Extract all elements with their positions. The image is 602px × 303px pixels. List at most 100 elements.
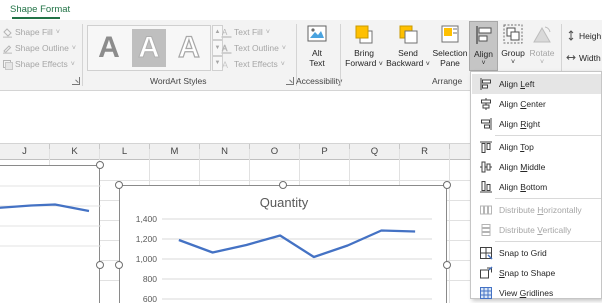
menu-item-align-right[interactable]: Align Right	[472, 114, 601, 134]
group-button[interactable]: Group ˅	[499, 23, 527, 68]
quantity-chart[interactable]: Quantity 1,400 1,200 1,000 800 600	[119, 185, 447, 303]
rotate-button[interactable]: Rotate ˅	[527, 23, 557, 68]
menu-separator	[495, 198, 601, 199]
shape-fill-label: Shape Fill	[15, 27, 53, 37]
column-header-o[interactable]: O	[250, 144, 300, 160]
wordart-style-white-fill[interactable]: A	[132, 29, 166, 67]
width-label: Width	[579, 52, 601, 63]
resize-handle[interactable]	[115, 181, 123, 189]
wordart-style-outline[interactable]: A	[172, 29, 206, 67]
group-objects-icon	[503, 24, 523, 44]
svg-text:A: A	[222, 28, 228, 37]
wordart-style-gray[interactable]: A	[92, 29, 126, 67]
send-backward-label-line1: Send	[398, 48, 418, 58]
column-header-l[interactable]: L	[100, 144, 150, 160]
shape-width-control[interactable]: Width	[566, 52, 601, 63]
arrange-group-label: Arrange	[432, 76, 463, 86]
menu-item-snap-to-shape[interactable]: Snap to Shape	[472, 263, 601, 283]
y-tick-label: 600	[143, 294, 157, 303]
alt-text-icon	[307, 25, 327, 42]
resize-handle[interactable]	[443, 261, 451, 269]
bring-forward-icon	[355, 25, 373, 44]
resize-handle[interactable]	[443, 181, 451, 189]
text-effects-button[interactable]: A Text Effects ˅	[221, 57, 285, 71]
menu-item-distribute-vertically[interactable]: Distribute Vertically	[472, 220, 601, 240]
send-backward-button[interactable]: Send Backward ˅	[386, 23, 430, 70]
align-bottom-icon	[480, 181, 492, 193]
menu-item-align-middle[interactable]: Align Middle	[472, 157, 601, 177]
menu-item-label: Snap to Grid	[499, 248, 547, 258]
series-line	[0, 203, 90, 213]
menu-item-label: Distribute Horizontally	[499, 205, 582, 215]
shape-outline-button[interactable]: Shape Outline ˅	[2, 41, 76, 55]
alt-text-label-line1: Alt	[312, 48, 322, 58]
selection-pane-label-line1: Selection	[432, 48, 468, 58]
bring-forward-button[interactable]: Bring Forward ˅	[344, 23, 384, 70]
menu-item-snap-to-grid[interactable]: Snap to Grid	[472, 243, 601, 263]
align-button[interactable]: Align ˅	[469, 21, 498, 71]
text-outline-button[interactable]: A Text Outline ˅	[221, 41, 286, 55]
selection-pane-icon	[441, 25, 459, 43]
column-header-n[interactable]: N	[200, 144, 250, 160]
left-chart[interactable]	[0, 165, 101, 303]
shape-styles-dialog-launcher[interactable]	[72, 77, 80, 85]
wordart-dialog-launcher[interactable]	[286, 77, 294, 85]
menu-item-view-gridlines[interactable]: View Gridlines	[472, 283, 601, 303]
chevron-down-icon: ˅	[425, 61, 430, 68]
y-tick-label: 800	[143, 274, 157, 284]
menu-item-label: Distribute Vertically	[499, 225, 572, 235]
resize-handle[interactable]	[96, 161, 104, 169]
column-header-m[interactable]: M	[150, 144, 200, 160]
text-fill-button[interactable]: A Text Fill ˅	[221, 25, 270, 39]
menu-separator	[495, 135, 601, 136]
menu-item-label: Align Left	[499, 79, 535, 89]
menu-item-label: Align Top	[499, 142, 534, 152]
left-chart-plot	[0, 185, 101, 247]
align-top-icon	[480, 141, 492, 153]
chart-plot-area: 1,400 1,200 1,000 800 600	[136, 214, 432, 303]
menu-item-align-bottom[interactable]: Align Bottom	[472, 177, 601, 197]
resize-handle[interactable]	[279, 181, 287, 189]
view-gridlines-icon	[480, 287, 492, 299]
snap-to-grid-icon	[480, 247, 493, 260]
shape-effects-button[interactable]: Shape Effects ˅	[2, 57, 75, 71]
text-fill-icon: A	[221, 28, 232, 38]
shape-fill-button[interactable]: Shape Fill ˅	[2, 25, 60, 39]
menu-item-label: Align Right	[499, 119, 541, 129]
rotate-label: Rotate	[529, 48, 555, 58]
height-icon	[568, 30, 574, 41]
distribute-horizontally-icon	[480, 205, 492, 215]
paint-bucket-icon	[3, 27, 12, 38]
pencil-outline-icon	[3, 44, 12, 54]
alt-text-button[interactable]: Alt Text	[300, 23, 334, 68]
menu-item-label: Align Center	[499, 99, 546, 109]
menu-item-distribute-horizontally[interactable]: Distribute Horizontally	[472, 200, 601, 220]
resize-handle[interactable]	[96, 261, 104, 269]
bring-forward-label-line1: Bring	[354, 48, 374, 58]
selection-pane-label-line2: Pane	[440, 58, 460, 68]
column-header-q[interactable]: Q	[350, 144, 400, 160]
y-tick-label: 1,400	[136, 214, 158, 224]
send-backward-icon	[399, 25, 418, 44]
chevron-down-icon: ˅	[55, 28, 60, 36]
text-outline-label: Text Outline	[234, 43, 279, 53]
menu-item-align-left[interactable]: Align Left	[472, 74, 601, 94]
chevron-down-icon: ˅	[281, 44, 286, 52]
shape-height-control[interactable]: Heigh	[566, 30, 601, 41]
column-header-k[interactable]: K	[50, 144, 100, 160]
column-header-j[interactable]: J	[0, 144, 50, 160]
menu-item-align-center[interactable]: Align Center	[472, 94, 601, 114]
text-outline-icon: A	[221, 43, 232, 54]
column-header-p[interactable]: P	[300, 144, 350, 160]
y-tick-label: 1,000	[136, 254, 158, 264]
tab-shape-format[interactable]: Shape Format	[10, 4, 70, 15]
resize-handle[interactable]	[115, 261, 123, 269]
accessibility-group-label: Accessibility	[296, 76, 343, 86]
column-header-r[interactable]: R	[400, 144, 450, 160]
menu-item-align-top[interactable]: Align Top	[472, 137, 601, 157]
align-dropdown-menu: Align Left Align Center Align Right Align T…	[470, 71, 602, 299]
selection-pane-button[interactable]: Selection Pane	[432, 23, 468, 68]
wordart-styles-gallery[interactable]: A A A	[87, 25, 211, 71]
text-effects-icon: A	[222, 60, 228, 70]
y-tick-label: 1,200	[136, 234, 158, 244]
